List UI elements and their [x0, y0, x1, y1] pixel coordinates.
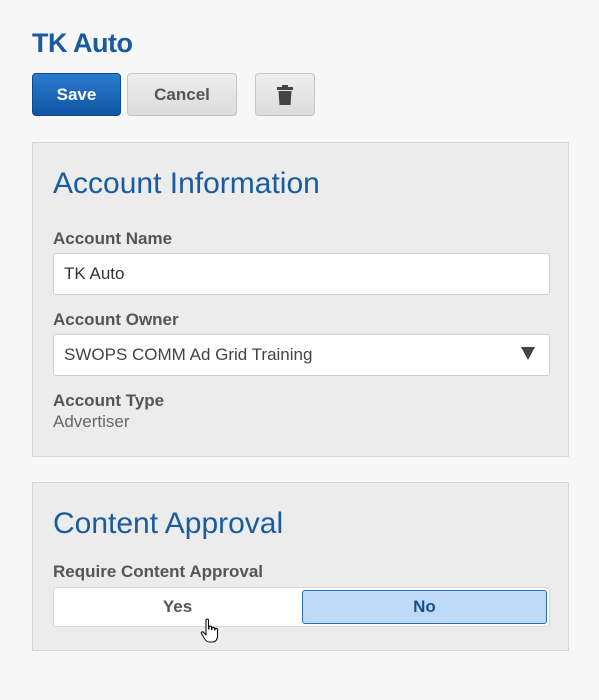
content-approval-panel: Content Approval Require Content Approva… [32, 482, 569, 651]
account-owner-label: Account Owner [53, 310, 179, 329]
hand-pointer-cursor-icon [200, 618, 219, 643]
account-name-label: Account Name [53, 229, 173, 248]
account-type-value: Advertiser [53, 412, 130, 431]
trash-icon [277, 84, 293, 105]
require-content-approval-label: Require Content Approval [53, 562, 263, 581]
approval-yes-option[interactable]: Yes [56, 590, 299, 624]
page-title: TK Auto [32, 28, 133, 58]
require-content-approval-toggle: Yes No [53, 587, 550, 627]
account-owner-selected-value: SWOPS COMM Ad Grid Training [64, 345, 313, 364]
account-information-panel: Account Information Account Name Account… [32, 142, 569, 457]
account-name-input[interactable] [53, 253, 550, 295]
cancel-button[interactable]: Cancel [127, 73, 237, 116]
approval-no-option[interactable]: No [302, 590, 547, 624]
account-type-label: Account Type [53, 391, 165, 410]
account-owner-select[interactable]: SWOPS COMM Ad Grid Training [53, 334, 550, 376]
account-information-title: Account Information [53, 167, 320, 200]
delete-button[interactable] [255, 73, 315, 116]
dropdown-arrow-icon [521, 347, 535, 360]
save-button[interactable]: Save [32, 73, 121, 116]
content-approval-title: Content Approval [53, 507, 284, 540]
